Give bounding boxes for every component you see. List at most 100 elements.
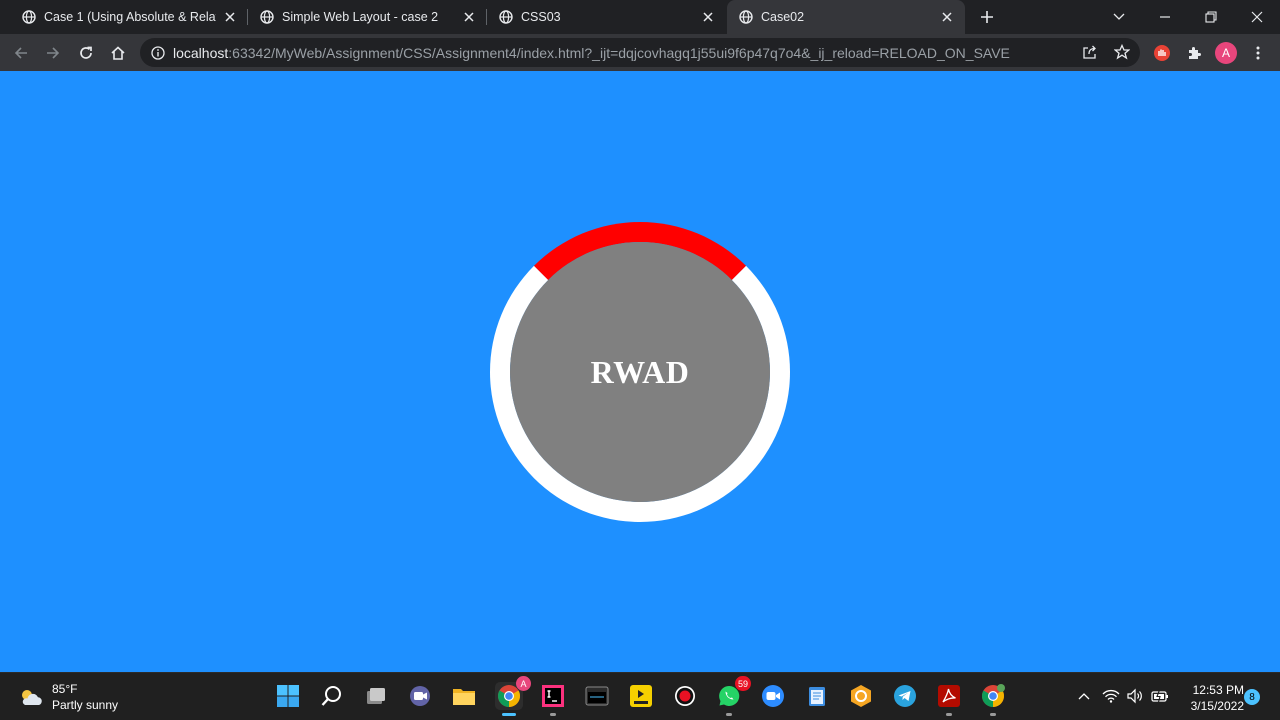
chrome-button[interactable]: A <box>495 676 531 716</box>
browser-toolbar: localhost:63342/MyWeb/Assignment/CSS/Ass… <box>0 34 1280 71</box>
minimize-icon <box>1160 16 1170 18</box>
telegram-icon <box>894 685 916 707</box>
tab-simple-web-layout[interactable]: Simple Web Layout - case 2 <box>248 0 487 34</box>
chevron-down-icon <box>1113 13 1125 20</box>
tab-css03[interactable]: CSS03 <box>487 0 726 34</box>
weather-temp: 85°F <box>52 682 78 696</box>
close-tab-icon[interactable] <box>939 9 955 25</box>
menu-button[interactable] <box>1246 41 1270 65</box>
sublime-merge-button[interactable] <box>847 682 875 710</box>
chat-icon <box>410 686 430 706</box>
back-button[interactable] <box>9 41 33 65</box>
tab-title: Simple Web Layout - case 2 <box>282 10 439 24</box>
puzzle-icon <box>1189 47 1201 59</box>
telegram-button[interactable] <box>891 682 919 710</box>
chrome-profile-button[interactable] <box>979 682 1007 716</box>
plus-icon <box>981 11 993 23</box>
acrobat-button[interactable] <box>935 682 963 716</box>
whatsapp-button[interactable]: 59 <box>715 676 751 716</box>
clock-date: 3/15/2022 <box>1190 699 1244 713</box>
potplayer-icon <box>630 685 652 707</box>
network-button[interactable] <box>1101 686 1121 706</box>
home-button[interactable] <box>106 41 130 65</box>
globe-icon <box>22 10 36 24</box>
task-view-button[interactable] <box>362 682 390 710</box>
url-path: :63342/MyWeb/Assignment/CSS/Assignment4/… <box>228 44 1010 61</box>
extension-button[interactable] <box>1150 41 1174 65</box>
windows-taskbar: 85°F Partly sunny A 59 12:53 PM 3/15/202… <box>0 672 1280 720</box>
restore-icon <box>1205 11 1217 23</box>
stop-extension-icon <box>1154 45 1170 61</box>
arrow-right-icon <box>47 47 60 59</box>
chrome-profile-icon <box>982 684 1005 707</box>
notepad-icon <box>809 687 825 706</box>
profile-button[interactable]: A <box>1214 41 1238 65</box>
info-icon[interactable] <box>151 45 165 60</box>
globe-icon <box>260 10 274 24</box>
bookmark-star-icon[interactable] <box>1112 42 1132 62</box>
battery-button[interactable] <box>1150 686 1170 706</box>
progress-ring: RWAD <box>490 222 790 522</box>
speaker-icon <box>1127 688 1142 704</box>
file-explorer-button[interactable] <box>450 682 478 710</box>
chat-button[interactable] <box>406 682 434 710</box>
close-tab-icon[interactable] <box>222 9 238 25</box>
new-tab-button[interactable] <box>976 6 998 28</box>
windows-logo-icon <box>277 685 299 707</box>
page-viewport: RWAD <box>0 71 1280 672</box>
recorder-icon <box>675 686 695 706</box>
restore-button[interactable] <box>1198 4 1224 30</box>
sublime-merge-icon <box>851 685 871 707</box>
close-tab-icon[interactable] <box>461 9 477 25</box>
taskbar-search-button[interactable] <box>318 682 346 710</box>
running-indicator <box>502 713 516 716</box>
chevron-up-icon <box>1078 693 1090 700</box>
notification-count-badge[interactable]: 8 <box>1244 689 1260 705</box>
volume-button[interactable] <box>1125 686 1145 706</box>
task-view-icon <box>367 688 385 704</box>
home-icon <box>111 46 125 60</box>
tab-title: Case02 <box>761 10 805 24</box>
close-tab-icon[interactable] <box>700 9 716 25</box>
notification-badge: 59 <box>734 676 751 691</box>
running-indicator <box>550 713 556 716</box>
partly-sunny-icon <box>22 690 42 705</box>
address-bar[interactable]: localhost:63342/MyWeb/Assignment/CSS/Ass… <box>140 38 1140 67</box>
more-vert-icon <box>1256 46 1260 60</box>
reload-button[interactable] <box>74 41 98 65</box>
minimize-button[interactable] <box>1152 4 1178 30</box>
globe-icon <box>499 10 513 24</box>
mysql-workbench-icon <box>585 686 609 706</box>
running-indicator <box>726 713 732 716</box>
avatar: A <box>1215 42 1237 64</box>
intellij-button[interactable] <box>539 682 567 716</box>
tab-case02[interactable]: Case02 <box>727 0 965 34</box>
wifi-icon <box>1102 689 1120 703</box>
close-window-button[interactable] <box>1244 4 1270 30</box>
zoom-button[interactable] <box>759 682 787 710</box>
weather-widget[interactable]: 85°F Partly sunny <box>18 681 118 713</box>
forward-button[interactable] <box>41 41 65 65</box>
tab-strip: Case 1 (Using Absolute & Relativ Simple … <box>0 0 1280 34</box>
mysql-workbench-button[interactable] <box>583 682 611 710</box>
tab-search-button[interactable] <box>1106 4 1132 30</box>
reload-icon <box>80 46 92 59</box>
battery-charging-icon <box>1151 689 1168 703</box>
clock-time: 12:53 PM <box>1192 683 1244 697</box>
intellij-icon <box>542 685 564 707</box>
extensions-button[interactable] <box>1182 41 1206 65</box>
acrobat-icon <box>938 685 960 707</box>
tab-case1[interactable]: Case 1 (Using Absolute & Relativ <box>0 0 248 34</box>
clock[interactable]: 12:53 PM 3/15/2022 <box>1178 682 1244 714</box>
start-button[interactable] <box>274 682 302 710</box>
show-hidden-icons-button[interactable] <box>1074 686 1094 706</box>
potplayer-button[interactable] <box>627 682 655 710</box>
screen-recorder-button[interactable] <box>671 682 699 710</box>
notepad-button[interactable] <box>803 682 831 710</box>
tab-title: CSS03 <box>521 10 561 24</box>
search-icon <box>321 686 341 706</box>
center-circle: RWAD <box>510 242 770 502</box>
chrome-profile-badge: A <box>516 676 531 691</box>
share-icon[interactable] <box>1080 42 1100 62</box>
running-indicator <box>946 713 952 716</box>
